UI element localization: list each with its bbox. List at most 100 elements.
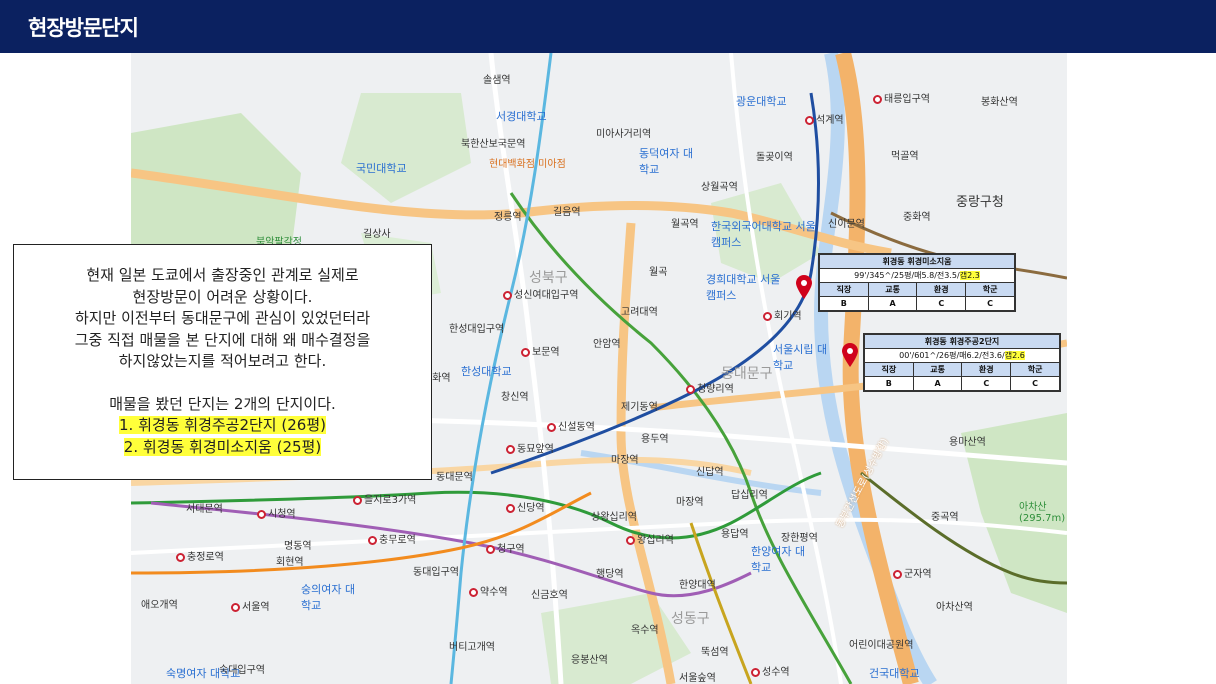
map-label: 동대문역 — [436, 472, 473, 483]
map-label: 고려대역 — [621, 307, 658, 318]
map-label: 길음역 — [553, 207, 581, 218]
map-label: 신금호역 — [531, 590, 568, 601]
card-info: 00'/601^/26평/매6.2/전3.6/갭2.6 — [864, 348, 1060, 363]
map-label: 청량리역 — [686, 380, 734, 395]
card-header: 학군 — [965, 282, 1015, 297]
map-label: 동대입구역 — [413, 567, 459, 578]
card-info-text: 99'/345^/25평/매5.8/전3.5/ — [854, 271, 960, 280]
map-label: 한국외국어대학교 서울캠퍼스 — [711, 220, 816, 249]
note-line: 하지않았는지를 적어보려고 한다. — [118, 352, 327, 370]
map-label: 한성대학교 — [461, 365, 512, 378]
map-label: 보문역 — [521, 343, 560, 358]
map-label: 서울시립 대학교 — [773, 343, 828, 372]
note-line: 현재 일본 도쿄에서 출장중인 관계로 실제로 — [86, 266, 359, 284]
map-label: 성북구 — [529, 270, 568, 286]
map-label: 중곡역 — [931, 512, 959, 523]
map-label: 시청역 — [257, 505, 296, 520]
card-grade: B — [819, 296, 869, 311]
map-label: 어린이대공원역 — [849, 640, 914, 651]
map-label: 월곡역 — [671, 219, 699, 230]
note-line: 그중 직접 매물을 본 단지에 대해 왜 매수결정을 — [74, 330, 371, 349]
map-label: 경희대학교 서울캠퍼스 — [706, 273, 781, 302]
map-label: 정릉역 — [494, 212, 522, 223]
map-label: 안암역 — [593, 339, 621, 350]
card-header: 교통 — [867, 282, 918, 297]
card-gap-badge: 갭2.3 — [959, 271, 980, 280]
map-label: 한성대입구역 — [449, 324, 505, 335]
map-label: 신당역 — [506, 499, 545, 514]
map-label: 서울역 — [231, 598, 270, 613]
map-label: 월곡 — [649, 267, 668, 278]
map-label: 숙대입구역 — [219, 665, 265, 676]
map-label: 을지로3가역 — [353, 491, 416, 506]
apartment-info-card: 휘경동 휘경주공2단지 00'/601^/26평/매6.2/전3.6/갭2.6 … — [863, 333, 1061, 392]
map-label: 명동역 — [284, 541, 312, 552]
title-bar: 현장방문단지 — [0, 0, 1216, 53]
note-line: 하지만 이전부터 동대문구에 관심이 있었던터라 — [74, 309, 371, 327]
apartment-info-card: 휘경동 휘경미소지움 99'/345^/25평/매5.8/전3.5/갭2.3 직… — [818, 253, 1016, 312]
map-label: 신답역 — [696, 467, 724, 478]
map-label: 한양대역 — [679, 580, 716, 591]
map-label: 왕십리역 — [626, 531, 674, 546]
map-label: 군자역 — [893, 565, 932, 580]
map-label: 상왕십리역 — [591, 512, 637, 523]
map-label: 성동구 — [671, 611, 710, 627]
map-label: 제기동역 — [621, 402, 658, 413]
map-label: 회기역 — [763, 307, 802, 322]
note-item: 2. 휘경동 휘경미소지움 (25평) — [123, 437, 322, 456]
gyeongui-line — [689, 522, 753, 684]
map-label: 옥수역 — [631, 625, 659, 636]
card-header: 환경 — [961, 362, 1012, 377]
map-label: 동묘앞역 — [506, 440, 554, 455]
page-title: 현장방문단지 — [28, 16, 139, 40]
card-grade: A — [912, 376, 963, 391]
map-label: 창신역 — [501, 392, 529, 403]
map-label: 충무로역 — [368, 531, 416, 546]
card-info-text: 00'/601^/26평/매6.2/전3.6/ — [899, 351, 1005, 360]
map-label: 청구역 — [486, 540, 525, 555]
card-gap-badge: 갭2.6 — [1004, 351, 1025, 360]
map-label: 장한평역 — [781, 533, 818, 544]
map-label: 행당역 — [596, 569, 624, 580]
map-label: 솔샘역 — [483, 75, 511, 86]
location-pin-icon[interactable] — [796, 275, 812, 299]
map-label: 중랑구청 — [956, 195, 1004, 210]
map-label: 건국대학교 — [869, 667, 920, 680]
map-label: 미아사거리역 — [596, 129, 652, 140]
card-header: 직장 — [864, 362, 914, 377]
map-label: 성신여대입구역 — [503, 286, 578, 301]
card-grade: C — [965, 296, 1015, 311]
map-label: 회현역 — [276, 557, 304, 568]
map-label: 뚝섬역 — [701, 647, 729, 658]
map-label: 서대문역 — [186, 504, 223, 515]
map-label: 광운대학교 — [736, 95, 787, 108]
map-label: 약수역 — [469, 583, 508, 598]
map-label: 동덕여자 대학교 — [639, 147, 694, 176]
location-pin-icon[interactable] — [842, 343, 858, 367]
map-label: 응봉산역 — [571, 655, 608, 666]
map-label: 숭의여자 대학교 — [301, 583, 356, 612]
map-label: 국민대학교 — [356, 162, 407, 175]
map-label: 답십리역 — [731, 490, 768, 501]
map-label: 애오개역 — [141, 600, 178, 611]
map-label: 용답역 — [721, 529, 749, 540]
map-label: 북한산보국문역 — [461, 139, 526, 150]
card-title: 휘경동 휘경주공2단지 — [864, 334, 1060, 349]
card-grade: B — [864, 376, 914, 391]
map-label: 충정로역 — [176, 548, 224, 563]
card-grade: A — [867, 296, 918, 311]
map-label: 한양여자 대학교 — [751, 545, 806, 574]
map-label: 돌곶이역 — [756, 152, 793, 163]
map-label: 서울숲역 — [679, 673, 716, 684]
map-label: 아차산역 — [936, 602, 973, 613]
note-summary: 매물을 봤던 단지는 2개의 단지이다. — [109, 394, 336, 413]
map-label: 신설동역 — [547, 418, 595, 433]
card-grade: C — [961, 376, 1012, 391]
map-label: 마장역 — [611, 455, 639, 466]
note-line: 현장방문이 어려운 상황이다. — [132, 287, 313, 306]
card-grade: C — [916, 296, 967, 311]
map-label: 마장역 — [676, 497, 704, 508]
note-textbox: 현재 일본 도쿄에서 출장중인 관계로 실제로 현장방문이 어려운 상황이다. … — [13, 244, 432, 480]
map-label: 성수역 — [751, 663, 790, 678]
map-label: 봉화산역 — [981, 97, 1018, 108]
